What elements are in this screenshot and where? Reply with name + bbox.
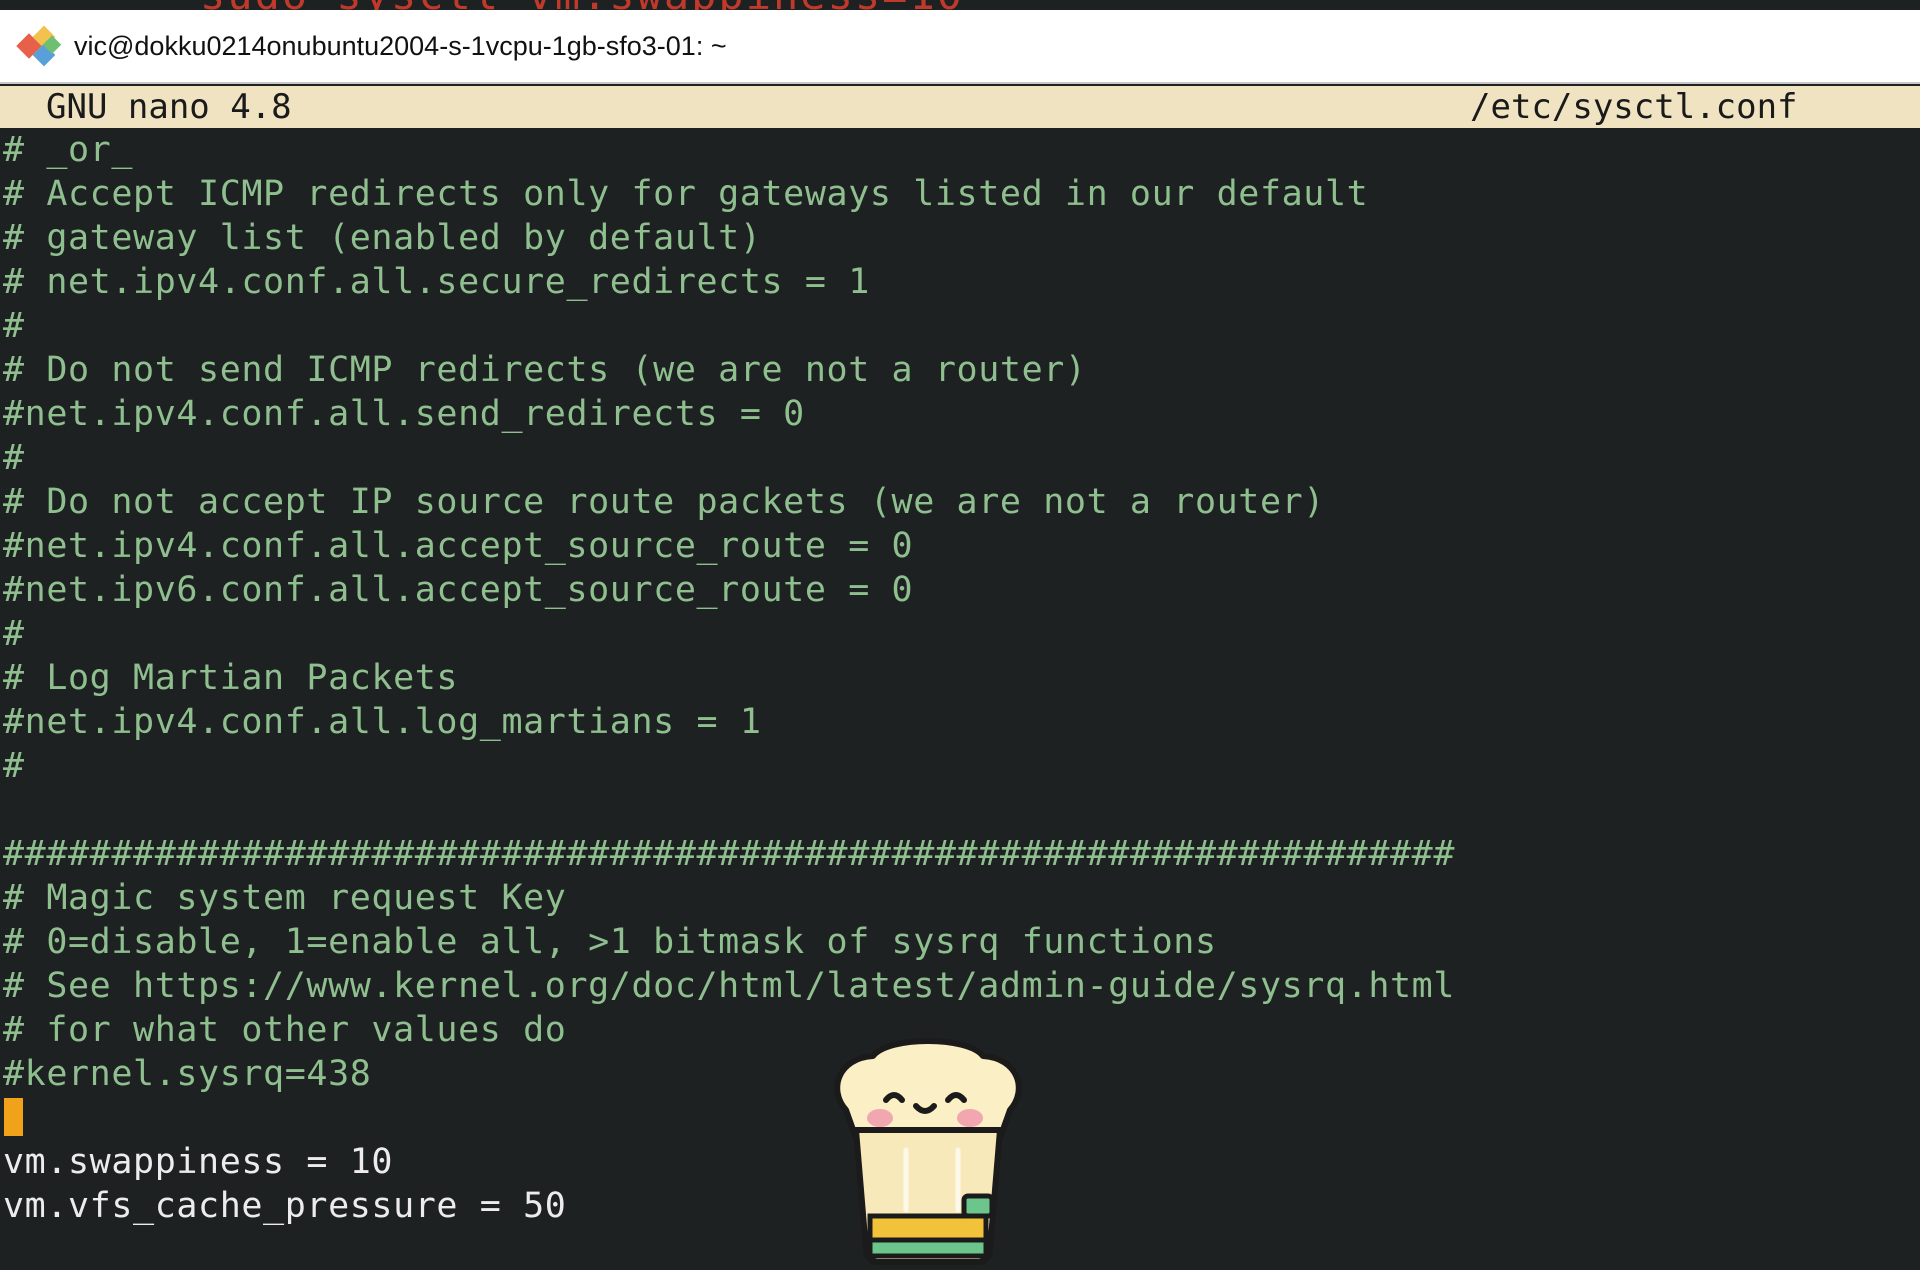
text-cursor bbox=[4, 1098, 23, 1136]
previous-output-bleed: sudo sysctl vm.swappiness=10 bbox=[0, 0, 1920, 10]
window-titlebar[interactable]: vic@dokku0214onubuntu2004-s-1vcpu-1gb-sf… bbox=[0, 10, 1920, 84]
nano-header-bar: GNU nano 4.8 /etc/sysctl.conf bbox=[0, 86, 1920, 128]
editor-line: # bbox=[3, 614, 25, 654]
editor-line: # gateway list (enabled by default) bbox=[3, 218, 762, 258]
editor-line: # Do not accept IP source route packets … bbox=[3, 482, 1325, 522]
editor-line: vm.vfs_cache_pressure = 50 bbox=[3, 1186, 567, 1226]
editor-line: #net.ipv4.conf.all.log_martians = 1 bbox=[3, 702, 762, 742]
editor-line: #net.ipv6.conf.all.accept_source_route =… bbox=[3, 570, 914, 610]
toast-mascot-icon bbox=[818, 1030, 1038, 1265]
nano-version-label: GNU nano 4.8 bbox=[46, 87, 292, 127]
editor-line: #net.ipv4.conf.all.send_redirects = 0 bbox=[3, 394, 805, 434]
editor-line: # Do not send ICMP redirects (we are not… bbox=[3, 350, 1087, 390]
editor-line: # net.ipv4.conf.all.secure_redirects = 1 bbox=[3, 262, 870, 302]
nano-filename: /etc/sysctl.conf bbox=[1470, 87, 1798, 127]
putty-app-icon[interactable] bbox=[16, 23, 62, 69]
editor-line: # _or_ bbox=[3, 130, 134, 170]
editor-line: # bbox=[3, 438, 25, 478]
editor-line: #kernel.sysrq=438 bbox=[3, 1054, 372, 1094]
window-title: vic@dokku0214onubuntu2004-s-1vcpu-1gb-sf… bbox=[74, 30, 727, 61]
previous-command-text: sudo sysctl vm.swappiness=10 bbox=[200, 0, 964, 10]
editor-line: # for what other values do bbox=[3, 1010, 567, 1050]
editor-line: # See https://www.kernel.org/doc/html/la… bbox=[3, 966, 1456, 1006]
editor-line: # Accept ICMP redirects only for gateway… bbox=[3, 174, 1369, 214]
editor-line: # Log Martian Packets bbox=[3, 658, 459, 698]
editor-line: ########################################… bbox=[3, 834, 1456, 874]
editor-line: # Magic system request Key bbox=[3, 878, 567, 918]
editor-line: vm.swappiness = 10 bbox=[3, 1142, 394, 1182]
editor-line: # bbox=[3, 746, 25, 786]
editor-line: # 0=disable, 1=enable all, >1 bitmask of… bbox=[3, 922, 1217, 962]
editor-line: # bbox=[3, 306, 25, 346]
editor-line: #net.ipv4.conf.all.accept_source_route =… bbox=[3, 526, 914, 566]
